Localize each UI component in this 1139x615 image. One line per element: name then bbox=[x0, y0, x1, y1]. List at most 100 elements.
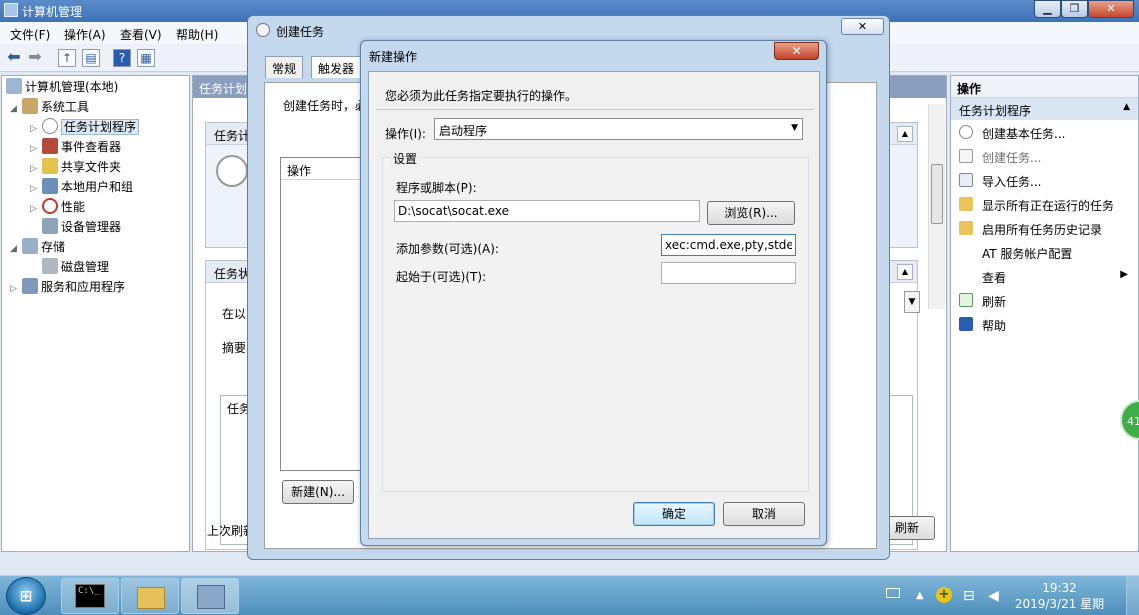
new-action-close-button[interactable]: ✕ bbox=[774, 42, 819, 60]
vertical-scrollbar[interactable] bbox=[928, 104, 945, 309]
expand-icon[interactable]: ▷ bbox=[30, 120, 42, 138]
new-action-description: 您必须为此任务指定要执行的操作。 bbox=[385, 89, 578, 103]
collapse-up-icon[interactable]: ▲ bbox=[1123, 102, 1130, 112]
new-action-body: 您必须为此任务指定要执行的操作。 操作(I): 启动程序 ▼ 设置 程序或脚本(P… bbox=[368, 71, 820, 539]
navigation-tree: 计算机管理(本地) ◢ 系统工具 ▷ 任务计划程序 ▷ 事件查看器 ▷ 共享文件夹 ▷ 本… bbox=[1, 75, 190, 552]
actions-header: 操作 bbox=[951, 76, 1138, 98]
tab-triggers[interactable]: 触发器 bbox=[311, 56, 362, 78]
actions-section-header[interactable]: 任务计划程序 ▲ bbox=[951, 98, 1138, 120]
clock-time: 19:32 bbox=[1042, 581, 1077, 595]
ok-button[interactable]: 确定 bbox=[633, 502, 715, 526]
clock-date: 2019/3/21 星期四 bbox=[1014, 597, 1105, 615]
cancel-button[interactable]: 取消 bbox=[723, 502, 805, 526]
tree-shared-folders[interactable]: ▷ 共享文件夹 bbox=[30, 158, 121, 176]
show-hide-tree-icon[interactable]: ▤ bbox=[82, 49, 100, 67]
arguments-label: 添加参数(可选)(A): bbox=[396, 242, 499, 256]
expand-icon[interactable]: ▷ bbox=[30, 200, 42, 218]
tree-device-manager[interactable]: 设备管理器 bbox=[42, 218, 121, 236]
event-viewer-icon bbox=[42, 138, 58, 154]
expand-icon[interactable]: ▷ bbox=[10, 280, 22, 298]
volume-icon[interactable]: ◀ bbox=[988, 576, 999, 615]
scrollbar-thumb[interactable] bbox=[931, 164, 943, 224]
show-desktop-button[interactable] bbox=[1126, 576, 1139, 615]
folder-icon bbox=[137, 587, 165, 609]
tree-services-apps[interactable]: ▷ 服务和应用程序 bbox=[10, 278, 125, 296]
tree-task-scheduler[interactable]: ▷ 任务计划程序 bbox=[30, 118, 140, 138]
taskbar-computer-management[interactable] bbox=[181, 578, 239, 614]
taskbar-explorer[interactable] bbox=[121, 578, 179, 614]
clock-icon bbox=[256, 23, 270, 37]
expand-icon[interactable]: ▷ bbox=[30, 140, 42, 158]
program-label: 程序或脚本(P): bbox=[396, 181, 477, 195]
chevron-down-icon: ▼ bbox=[791, 123, 798, 133]
tree-event-viewer[interactable]: ▷ 事件查看器 bbox=[30, 138, 121, 156]
tools-icon bbox=[22, 98, 38, 114]
tray-expand-icon[interactable]: ▲ bbox=[916, 576, 924, 615]
create-task-close-button[interactable]: ✕ bbox=[841, 18, 884, 35]
arguments-input[interactable] bbox=[661, 234, 796, 256]
summary-text: 摘要 bbox=[222, 341, 247, 355]
browse-button[interactable]: 浏览(R)... bbox=[707, 201, 795, 225]
start-in-input[interactable] bbox=[661, 262, 796, 284]
taskbar-cmd[interactable]: C:\_ bbox=[61, 578, 119, 614]
help-icon[interactable]: ? bbox=[113, 49, 131, 67]
taskbar: ⊞ C:\_ ▲ + ⊟ ◀ 19:32 2019/3/21 星期四 bbox=[0, 575, 1139, 615]
action-create-basic-task[interactable]: 创建基本任务... bbox=[951, 120, 1138, 144]
up-folder-icon[interactable]: ↑ bbox=[58, 49, 76, 67]
collapse-up-icon[interactable]: ▲ bbox=[897, 264, 913, 280]
expand-icon[interactable]: ▷ bbox=[30, 160, 42, 178]
action-enable-history[interactable]: 启用所有任务历史记录 bbox=[951, 216, 1138, 240]
performance-icon bbox=[42, 198, 58, 214]
window-title: 计算机管理 bbox=[22, 5, 83, 19]
action-import-task[interactable]: 导入任务... bbox=[951, 168, 1138, 192]
collapse-icon[interactable]: ◢ bbox=[10, 100, 22, 118]
properties-icon[interactable]: ▦ bbox=[137, 49, 155, 67]
status-text: 在以 bbox=[222, 307, 247, 321]
dropdown-arrow-icon[interactable]: ▼ bbox=[904, 291, 920, 313]
clock-document-icon bbox=[959, 149, 973, 163]
action-create-task[interactable]: 创建任务... bbox=[951, 144, 1138, 168]
menu-action[interactable]: 操作(A) bbox=[64, 26, 106, 43]
tree-system-tools[interactable]: ◢ 系统工具 bbox=[10, 98, 89, 116]
tree-root[interactable]: 计算机管理(本地) bbox=[6, 78, 118, 96]
tree-storage[interactable]: ◢ 存储 bbox=[10, 238, 65, 256]
action-at-service[interactable]: AT 服务帐户配置 bbox=[951, 240, 1138, 264]
tree-local-users[interactable]: ▷ 本地用户和组 bbox=[30, 178, 133, 196]
menu-view[interactable]: 查看(V) bbox=[120, 26, 162, 43]
action-refresh[interactable]: 刷新 bbox=[951, 288, 1138, 312]
action-view[interactable]: 查看 ▶ bbox=[951, 264, 1138, 288]
maximize-button[interactable]: ❐ bbox=[1061, 0, 1088, 18]
collapse-icon[interactable]: ◢ bbox=[10, 240, 22, 258]
device-manager-icon bbox=[42, 218, 58, 234]
create-task-title: 创建任务 bbox=[276, 25, 325, 39]
menu-file[interactable]: 文件(F) bbox=[10, 26, 50, 43]
start-button[interactable]: ⊞ bbox=[6, 577, 46, 615]
submenu-arrow-icon: ▶ bbox=[1120, 269, 1128, 280]
forward-icon[interactable]: ➡ bbox=[26, 49, 44, 67]
new-action-button[interactable]: 新建(N)... bbox=[282, 480, 354, 504]
tab-general[interactable]: 常规 bbox=[265, 56, 304, 78]
users-icon bbox=[42, 178, 58, 194]
menu-help[interactable]: 帮助(H) bbox=[176, 26, 218, 43]
action-type-select[interactable]: 启动程序 ▼ bbox=[434, 118, 803, 140]
new-action-title: 新建操作 bbox=[369, 50, 418, 64]
clock-icon bbox=[42, 118, 58, 134]
minimize-button[interactable]: ▁ bbox=[1034, 0, 1061, 18]
help-icon bbox=[959, 317, 973, 331]
computer-icon bbox=[6, 78, 22, 94]
action-help[interactable]: 帮助 bbox=[951, 312, 1138, 336]
close-button[interactable]: ✕ bbox=[1088, 0, 1134, 18]
clock-icon bbox=[959, 125, 973, 139]
program-input[interactable] bbox=[394, 200, 700, 222]
tree-performance[interactable]: ▷ 性能 bbox=[30, 198, 85, 216]
create-task-description: 创建任务时，必 bbox=[283, 99, 368, 113]
expand-icon[interactable]: ▷ bbox=[30, 180, 42, 198]
collapse-up-icon[interactable]: ▲ bbox=[897, 126, 913, 142]
network-icon[interactable]: ⊟ bbox=[963, 576, 975, 615]
tree-disk-management[interactable]: 磁盘管理 bbox=[42, 258, 109, 276]
back-icon[interactable]: ⬅ bbox=[5, 49, 23, 67]
clock[interactable]: 19:32 2019/3/21 星期四 bbox=[1012, 580, 1107, 615]
disk-icon bbox=[42, 258, 58, 274]
action-show-running[interactable]: 显示所有正在运行的任务 bbox=[951, 192, 1138, 216]
refresh-icon bbox=[959, 293, 973, 307]
